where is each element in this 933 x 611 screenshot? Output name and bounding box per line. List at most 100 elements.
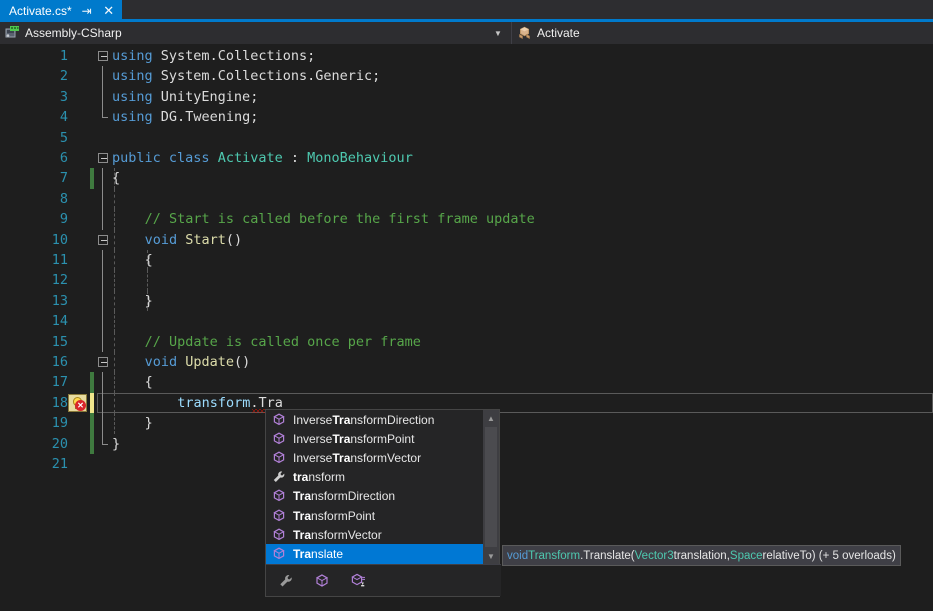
- fold-column[interactable]: [96, 311, 112, 332]
- code-line[interactable]: 1 using System.Collections;: [0, 46, 933, 66]
- completion-item[interactable]: InverseTransformPoint: [266, 429, 485, 448]
- code-line[interactable]: 17 {: [0, 372, 933, 393]
- completion-item-list[interactable]: InverseTransformDirection InverseTransfor…: [266, 410, 485, 564]
- scroll-down-arrow-icon[interactable]: ▼: [483, 548, 499, 564]
- fold-collapse-icon[interactable]: [98, 357, 108, 367]
- fold-column[interactable]: [96, 230, 112, 250]
- fold-column[interactable]: [96, 250, 112, 271]
- fold-column[interactable]: [96, 128, 112, 148]
- intellisense-completion-popup[interactable]: InverseTransformDirection InverseTransfor…: [265, 409, 501, 597]
- indent-guide: [114, 290, 115, 312]
- fold-collapse-icon[interactable]: [98, 51, 108, 61]
- signature-segment: void: [507, 549, 529, 562]
- code-line[interactable]: 10 void Start(): [0, 229, 933, 250]
- fold-column[interactable]: [96, 372, 112, 393]
- method-icon: [271, 488, 287, 504]
- code-line[interactable]: 12: [0, 270, 933, 291]
- member-selector-dropdown[interactable]: Activate: [512, 22, 933, 44]
- fold-collapse-icon[interactable]: [98, 234, 108, 245]
- project-selector-dropdown[interactable]: Assembly-CSharp ▼: [0, 22, 512, 44]
- completion-item[interactable]: transform: [266, 468, 485, 487]
- error-lightbulb-icon[interactable]: ✕: [68, 393, 87, 412]
- line-number: 9: [59, 211, 68, 228]
- code-line[interactable]: 3 using UnityEngine;: [0, 86, 933, 108]
- document-tab-activate-cs[interactable]: Activate.cs* ⇥ ✕: [0, 0, 122, 22]
- code-text[interactable]: // Update is called once per frame: [145, 332, 421, 352]
- fold-collapse-icon[interactable]: [98, 153, 108, 163]
- completion-item-label: TransformPoint: [293, 508, 376, 523]
- code-text[interactable]: using System.Collections;: [112, 46, 315, 66]
- fold-column[interactable]: [96, 413, 112, 434]
- scrollbar-thumb[interactable]: [485, 427, 497, 547]
- chevron-down-icon[interactable]: ▼: [492, 22, 504, 44]
- line-number: 11: [51, 252, 68, 268]
- visual-studio-editor-window: Activate.cs* ⇥ ✕ Assembly-CSharp ▼ Activ…: [0, 0, 933, 611]
- completion-item[interactable]: TransformDirection: [266, 487, 485, 506]
- code-text[interactable]: {: [145, 372, 153, 392]
- completion-item[interactable]: InverseTransformDirection: [266, 410, 485, 429]
- code-text[interactable]: using System.Collections.Generic;: [112, 66, 380, 86]
- code-text[interactable]: }: [112, 434, 120, 454]
- fold-region-line: [102, 372, 103, 393]
- code-line[interactable]: 15 // Update is called once per frame: [0, 331, 933, 352]
- code-line[interactable]: 13}: [0, 290, 933, 312]
- completion-item-label: transform: [293, 470, 346, 485]
- fold-column[interactable]: [96, 148, 112, 168]
- line-number: 4: [59, 109, 68, 126]
- method-icon: [271, 546, 287, 562]
- code-line[interactable]: 8: [0, 188, 933, 210]
- code-text[interactable]: void Update(): [145, 352, 251, 372]
- fold-column[interactable]: [96, 46, 112, 66]
- fold-region-line: [102, 331, 103, 352]
- completion-item[interactable]: TransformPoint: [266, 506, 485, 525]
- fold-column[interactable]: [96, 107, 112, 127]
- completion-item[interactable]: TransformVector: [266, 525, 485, 544]
- fold-column[interactable]: [96, 209, 112, 230]
- fold-column[interactable]: [96, 352, 112, 372]
- scroll-up-arrow-icon[interactable]: ▲: [483, 410, 499, 426]
- fold-column[interactable]: [96, 331, 112, 352]
- filter-properties-icon[interactable]: [277, 572, 295, 590]
- code-text[interactable]: public class Activate : MonoBehaviour: [112, 148, 413, 168]
- code-line[interactable]: 9 // Start is called before the first fra…: [0, 209, 933, 230]
- fold-column[interactable]: [96, 168, 112, 189]
- fold-column[interactable]: [96, 86, 112, 108]
- code-line[interactable]: 7{: [0, 168, 933, 189]
- code-line[interactable]: 14: [0, 311, 933, 332]
- close-icon[interactable]: ✕: [102, 4, 116, 18]
- pin-icon[interactable]: ⇥: [80, 4, 94, 18]
- code-text[interactable]: }: [145, 413, 153, 433]
- line-number: 15: [51, 333, 68, 350]
- signature-segment: Transform: [528, 549, 581, 562]
- indent-guide: [114, 270, 115, 291]
- code-text[interactable]: using UnityEngine;: [112, 87, 258, 107]
- code-text[interactable]: using DG.Tweening;: [112, 107, 258, 127]
- fold-column[interactable]: [96, 290, 112, 312]
- fold-column[interactable]: [96, 392, 112, 414]
- fold-column[interactable]: [96, 188, 112, 210]
- completion-item-label: InverseTransformVector: [293, 450, 422, 465]
- code-text[interactable]: {: [145, 250, 153, 270]
- completion-item-selected[interactable]: Translate: [266, 544, 485, 564]
- completion-item[interactable]: InverseTransformVector: [266, 448, 485, 467]
- code-line[interactable]: 16 void Update(): [0, 352, 933, 373]
- change-indicator-bar: [90, 168, 94, 189]
- code-line[interactable]: 4 using DG.Tweening;: [0, 107, 933, 127]
- fold-column[interactable]: [96, 270, 112, 291]
- filter-methods-icon[interactable]: [313, 572, 331, 590]
- code-text[interactable]: }: [145, 291, 153, 311]
- line-number: 17: [51, 374, 68, 391]
- signature-segment: Space: [729, 549, 763, 562]
- code-line[interactable]: 11 {: [0, 250, 933, 271]
- fold-column[interactable]: [96, 454, 112, 474]
- code-line[interactable]: 5: [0, 128, 933, 148]
- fold-column[interactable]: [96, 66, 112, 87]
- filter-extension-methods-icon[interactable]: [349, 572, 367, 590]
- code-text[interactable]: {: [112, 168, 120, 188]
- fold-column[interactable]: [96, 433, 112, 454]
- code-text[interactable]: // Start is called before the first fram…: [145, 209, 535, 229]
- code-line[interactable]: 6 public class Activate : MonoBehaviour: [0, 148, 933, 168]
- code-text[interactable]: void Start(): [145, 230, 243, 250]
- completion-list-scrollbar[interactable]: ▲ ▼: [483, 410, 499, 564]
- code-line[interactable]: 2 using System.Collections.Generic;: [0, 66, 933, 87]
